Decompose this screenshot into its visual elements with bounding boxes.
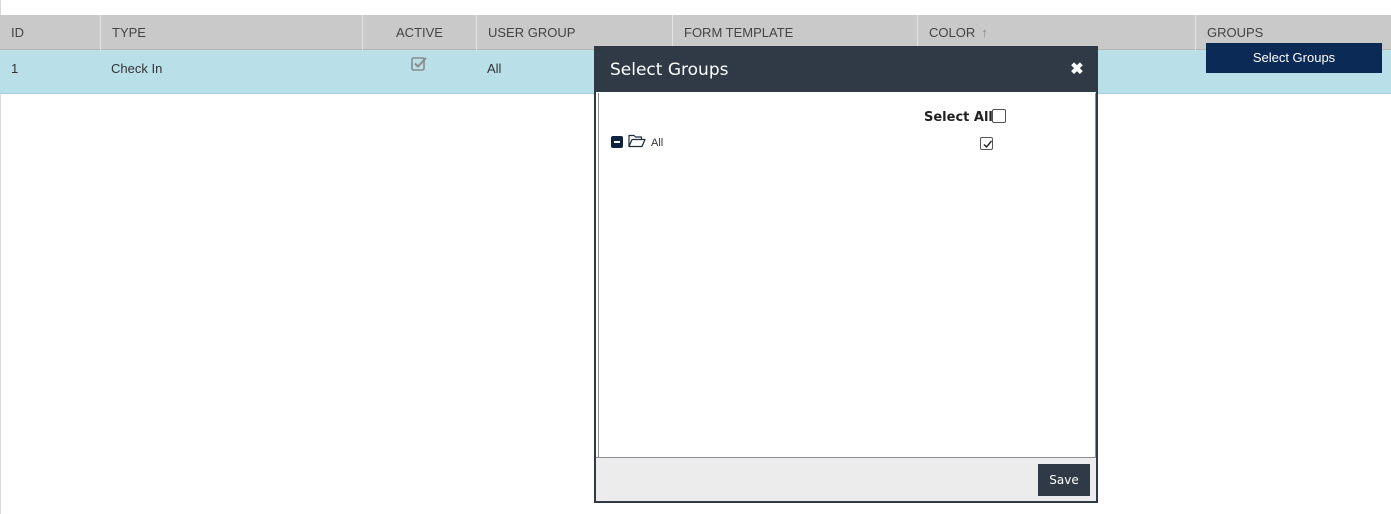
checkmark-icon	[983, 140, 993, 149]
column-header-form-template[interactable]: FORM TEMPLATE	[672, 15, 917, 50]
column-header-user-group[interactable]: USER GROUP	[476, 15, 672, 50]
select-groups-dialog: Select Groups ✖ Select All All Save	[594, 46, 1098, 503]
select-all-checkbox[interactable]	[992, 109, 1006, 123]
dialog-body-frame: Select All All	[598, 93, 1096, 459]
close-icon[interactable]: ✖	[1066, 59, 1088, 81]
save-button[interactable]: Save	[1038, 464, 1090, 496]
dialog-footer: Save	[596, 457, 1096, 501]
column-header-color-label: COLOR	[929, 25, 976, 40]
cell-id: 1	[11, 61, 19, 76]
select-all-label: Select All	[924, 110, 993, 125]
cell-type: Check In	[111, 61, 163, 76]
column-header-id[interactable]: ID	[0, 15, 100, 50]
tree-node-all-label[interactable]: All	[651, 137, 663, 149]
dialog-title: Select Groups	[610, 60, 729, 80]
grid-header: ID TYPE ACTIVE USER GROUP FORM TEMPLATE …	[0, 15, 1391, 50]
dialog-header: Select Groups ✖	[596, 48, 1096, 92]
sort-arrow-up-icon: ↑	[981, 25, 988, 40]
active-checkbox-icon	[410, 48, 428, 86]
column-header-active[interactable]: ACTIVE	[362, 15, 476, 50]
collapse-icon[interactable]	[611, 136, 623, 148]
column-header-color[interactable]: COLOR ↑	[917, 15, 1195, 50]
cell-active	[362, 50, 476, 94]
column-header-type[interactable]: TYPE	[100, 15, 362, 50]
dialog-body: Select All All	[596, 92, 1096, 459]
select-groups-button[interactable]: Select Groups	[1206, 43, 1382, 73]
folder-open-icon	[628, 134, 646, 153]
tree-node-all-checkbox[interactable]	[980, 137, 993, 150]
